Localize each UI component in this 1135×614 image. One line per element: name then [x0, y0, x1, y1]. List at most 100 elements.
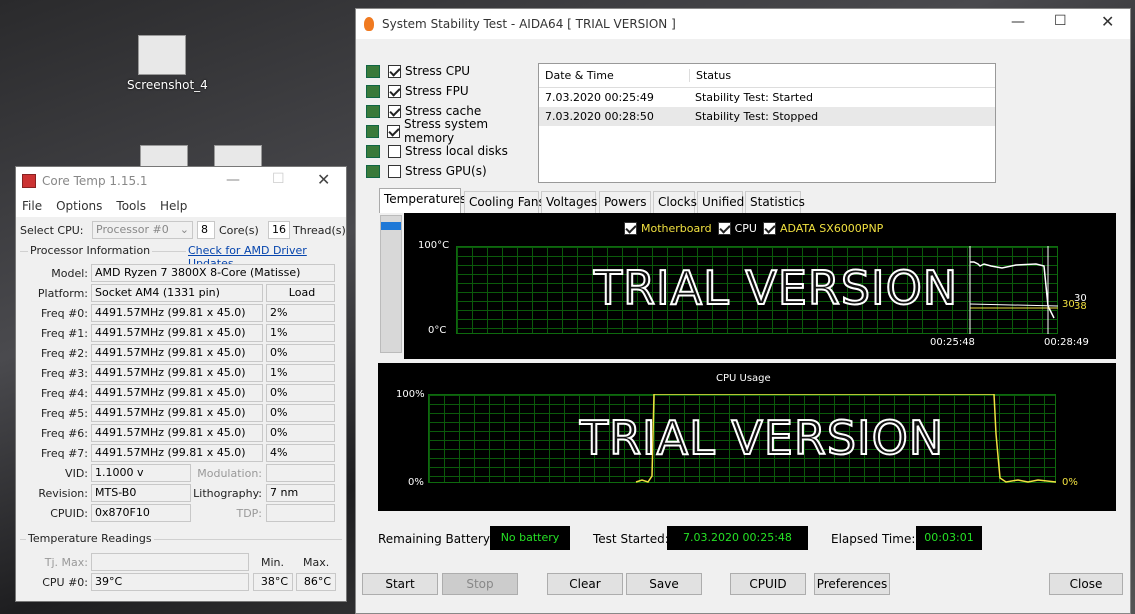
modulation-value: [266, 464, 335, 482]
started-label: Test Started:: [593, 532, 669, 546]
tab-statistics[interactable]: Statistics: [745, 191, 805, 213]
processor-select[interactable]: Processor #0 ⌄: [92, 221, 193, 239]
chevron-down-icon: ⌄: [179, 223, 189, 236]
log-datetime: 7.03.2020 00:28:50: [545, 110, 654, 123]
stress-option[interactable]: Stress FPU: [366, 81, 536, 101]
stress-label: Stress GPU(s): [405, 164, 487, 178]
aida-title: System Stability Test - AIDA64 [ TRIAL V…: [382, 17, 676, 31]
maximize-icon: ☐: [272, 171, 285, 187]
log-header-status: Status: [689, 69, 731, 82]
freq-label: Freq #1:: [41, 327, 88, 340]
stress-checkbox[interactable]: [388, 164, 401, 178]
model-value: AMD Ryzen 7 3800X 8-Core (Matisse): [91, 264, 335, 282]
coretemp-menubar: File Options Tools Help: [16, 195, 346, 217]
stress-checkbox[interactable]: [388, 104, 401, 118]
freq-label: Freq #4:: [41, 387, 88, 400]
legend-checkbox[interactable]: [762, 222, 776, 235]
menu-tools[interactable]: Tools: [116, 199, 146, 213]
maximize-icon[interactable]: ☐: [1054, 13, 1067, 29]
scrollbar-thumb[interactable]: [381, 222, 401, 230]
file-icon[interactable]: [214, 145, 262, 167]
tab-clocks[interactable]: Clocks: [653, 191, 697, 213]
file-icon[interactable]: [140, 145, 188, 167]
fpu-icon: [366, 84, 380, 98]
temp-y-top: 100°C: [418, 240, 450, 251]
stress-checkbox[interactable]: [388, 64, 401, 78]
stress-checkbox[interactable]: [388, 84, 401, 98]
battery-label: Remaining Battery:: [378, 532, 494, 546]
revision-value: MTS-B0: [91, 484, 191, 502]
processor-select-value: Processor #0: [96, 223, 169, 236]
disk-drive-icon: [366, 144, 380, 158]
cpu-end-value: 0%: [1062, 477, 1078, 488]
coretemp-titlebar[interactable]: Core Temp 1.15.1 — ☐ ✕: [16, 167, 346, 195]
desktop-icon-label: Screenshot_4: [127, 78, 208, 92]
stress-label: Stress FPU: [405, 84, 469, 98]
legend-checkbox[interactable]: [717, 222, 731, 235]
tab-unified[interactable]: Unified: [697, 191, 744, 213]
tab-powers[interactable]: Powers: [599, 191, 651, 213]
close-icon[interactable]: ✕: [317, 170, 330, 189]
minimize-icon[interactable]: —: [1011, 14, 1025, 30]
menu-file[interactable]: File: [22, 199, 42, 213]
load-value: 0%: [266, 404, 335, 422]
min-header: Min.: [261, 556, 285, 569]
cache-chip-icon: [366, 104, 380, 118]
temp-end-value: 38: [1074, 301, 1087, 312]
save-button[interactable]: Save: [626, 573, 702, 595]
flame-icon: [364, 17, 374, 31]
close-icon[interactable]: ✕: [1101, 12, 1114, 31]
cpu0-min: 38°C: [253, 573, 293, 591]
stress-checkbox[interactable]: [387, 124, 400, 138]
freq-label: Freq #3:: [41, 367, 88, 380]
temperature-graph: Motherboard CPU ADATA SX6000PNP 100°C 0°…: [404, 213, 1116, 359]
cpu-watermark: TRIAL VERSION: [579, 410, 945, 466]
cpu0-max: 86°C: [296, 573, 336, 591]
coretemp-app-icon: [22, 174, 36, 188]
menu-help[interactable]: Help: [160, 199, 187, 213]
stress-option[interactable]: Stress CPU: [366, 61, 536, 81]
freq-value: 4491.57MHz (99.81 x 45.0): [91, 344, 263, 362]
lithography-label: Lithography:: [193, 487, 262, 500]
cpuid-value: 0x870F10: [91, 504, 191, 522]
clear-button[interactable]: Clear: [547, 573, 623, 595]
graph-scrollbar[interactable]: [380, 215, 402, 353]
load-value: 2%: [266, 304, 335, 322]
preferences-button[interactable]: Preferences: [814, 573, 890, 595]
cores-value: 8: [197, 221, 215, 239]
log-row[interactable]: 7.03.2020 00:28:50 Stability Test: Stoppe…: [539, 107, 995, 126]
legend-adata: ADATA SX6000PNP: [779, 222, 884, 235]
select-cpu-label: Select CPU:: [20, 224, 84, 237]
stop-button[interactable]: Stop: [442, 573, 518, 595]
screenshot-file-icon[interactable]: [138, 35, 186, 75]
model-label: Model:: [51, 267, 88, 280]
menu-options[interactable]: Options: [56, 199, 102, 213]
start-button[interactable]: Start: [362, 573, 438, 595]
temp-x-start: 00:25:48: [930, 337, 975, 348]
aida-titlebar[interactable]: System Stability Test - AIDA64 [ TRIAL V…: [356, 9, 1130, 39]
log-row[interactable]: 7.03.2020 00:25:49 Stability Test: Starte…: [539, 88, 995, 107]
cores-label: Core(s): [219, 224, 259, 237]
load-value: 0%: [266, 384, 335, 402]
stress-option[interactable]: Stress GPU(s): [366, 161, 536, 181]
freq-label: Freq #0:: [41, 307, 88, 320]
max-header: Max.: [303, 556, 330, 569]
platform-value: Socket AM4 (1331 pin): [91, 284, 263, 302]
tab-temperatures[interactable]: Temperatures: [379, 188, 466, 213]
stress-checkbox[interactable]: [388, 144, 401, 158]
tj-max-label: Tj. Max:: [44, 556, 88, 569]
cpu-usage-graph: CPU Usage 100% 0% TRIAL VERSION 0%: [378, 363, 1116, 511]
legend-checkbox[interactable]: [624, 222, 637, 235]
stress-option[interactable]: Stress system memory: [366, 117, 536, 145]
cpu0-temp: 39°C: [91, 573, 249, 591]
stress-label: Stress CPU: [405, 64, 471, 78]
close-button[interactable]: Close: [1049, 573, 1123, 595]
tab-cooling-fans[interactable]: Cooling Fans: [464, 191, 545, 213]
tdp-label: TDP:: [236, 507, 262, 520]
load-value: 0%: [266, 424, 335, 442]
tab-voltages[interactable]: Voltages: [541, 191, 597, 213]
cpuid-button[interactable]: CPUID: [730, 573, 806, 595]
minimize-icon[interactable]: —: [226, 172, 240, 188]
temp-y-bottom: 0°C: [428, 325, 447, 336]
event-log[interactable]: Date & Time Status 7.03.2020 00:25:49 Sta…: [538, 63, 996, 183]
